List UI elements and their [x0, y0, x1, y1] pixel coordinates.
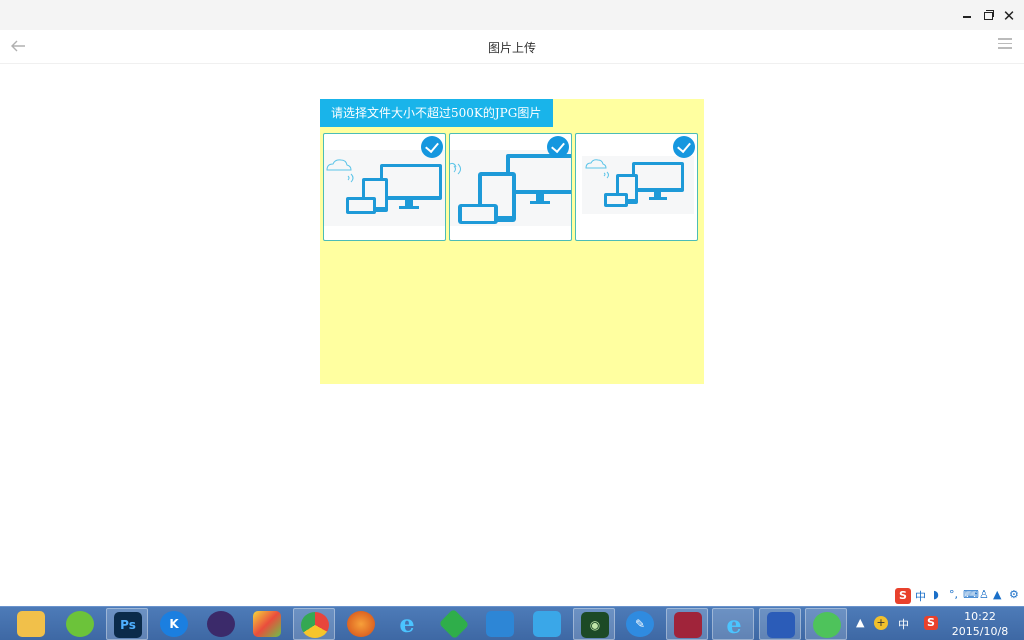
clock[interactable]: 10:22 2015/10/8: [946, 609, 1014, 639]
ie-icon[interactable]: e: [386, 608, 428, 640]
firefox-icon[interactable]: [340, 608, 382, 640]
baidu-cloud-icon[interactable]: [526, 608, 568, 640]
tray-app-icon[interactable]: +: [874, 616, 888, 630]
taskbar: Ps K e ◉ ✎ e ▲ + 中 S 10:22 2015/10/8: [0, 606, 1024, 640]
image-thumbnail[interactable]: [449, 133, 572, 241]
menu-icon[interactable]: [998, 38, 1012, 52]
moon-icon[interactable]: ◗: [933, 588, 939, 601]
file-explorer-icon[interactable]: [10, 608, 52, 640]
devices-illustration-icon: [450, 150, 571, 226]
selected-check-icon[interactable]: [421, 136, 443, 158]
upload-hint-button[interactable]: 请选择文件大小不超过500K的JPG图片: [320, 99, 554, 127]
devices-illustration-icon: [582, 156, 694, 214]
ie2-icon[interactable]: e: [712, 608, 754, 640]
selected-check-icon[interactable]: [547, 136, 569, 158]
window-titlebar: ✕: [0, 0, 1024, 30]
close-button[interactable]: ✕: [999, 6, 1019, 26]
restore-button[interactable]: [978, 6, 998, 26]
kugou-icon[interactable]: K: [153, 608, 195, 640]
show-hidden-icons-icon[interactable]: ▲: [856, 616, 864, 629]
eclipse-icon[interactable]: [200, 608, 242, 640]
selected-check-icon[interactable]: [673, 136, 695, 158]
tray-language-label[interactable]: 中: [898, 616, 909, 632]
pen-app-icon[interactable]: ✎: [619, 608, 661, 640]
ime-toolbar: S 中 ◗ °, ⌨ ♙ ▲ ⚙: [893, 586, 1024, 606]
wechat-icon[interactable]: [805, 608, 847, 640]
clock-time: 10:22: [964, 610, 996, 623]
image-thumbnail[interactable]: [323, 133, 446, 241]
keyboard-icon[interactable]: ⌨: [963, 588, 979, 601]
upload-panel: 请选择文件大小不超过500K的JPG图片: [320, 99, 704, 384]
clock-date: 2015/10/8: [951, 625, 1009, 638]
download-icon[interactable]: [433, 608, 475, 640]
user-icon[interactable]: ♙: [979, 588, 989, 601]
app-header: 图片上传: [0, 30, 1024, 64]
page-title: 图片上传: [487, 41, 536, 55]
chrome-icon[interactable]: [293, 608, 335, 640]
app-colorful-icon[interactable]: [246, 608, 288, 640]
winrar-icon[interactable]: [666, 608, 708, 640]
minimize-button[interactable]: [957, 6, 977, 26]
photoshop-icon[interactable]: Ps: [106, 608, 148, 640]
app-green-icon[interactable]: [59, 608, 101, 640]
settings-wrench-icon[interactable]: ⚙: [1009, 588, 1019, 601]
remote-desktop-icon[interactable]: [759, 608, 801, 640]
image-thumbnail[interactable]: [575, 133, 698, 241]
skin-icon[interactable]: ▲: [993, 588, 1001, 601]
eye-app-icon[interactable]: ◉: [573, 608, 615, 640]
ime-language-label[interactable]: 中: [915, 588, 926, 604]
punctuation-icon[interactable]: °,: [949, 588, 958, 601]
sogou-tray-icon[interactable]: S: [924, 616, 938, 630]
sogou-ime-icon[interactable]: S: [895, 588, 911, 604]
cloud-icon[interactable]: [479, 608, 521, 640]
devices-illustration-icon: [324, 150, 445, 226]
system-tray: ▲ + 中 S: [850, 607, 950, 640]
